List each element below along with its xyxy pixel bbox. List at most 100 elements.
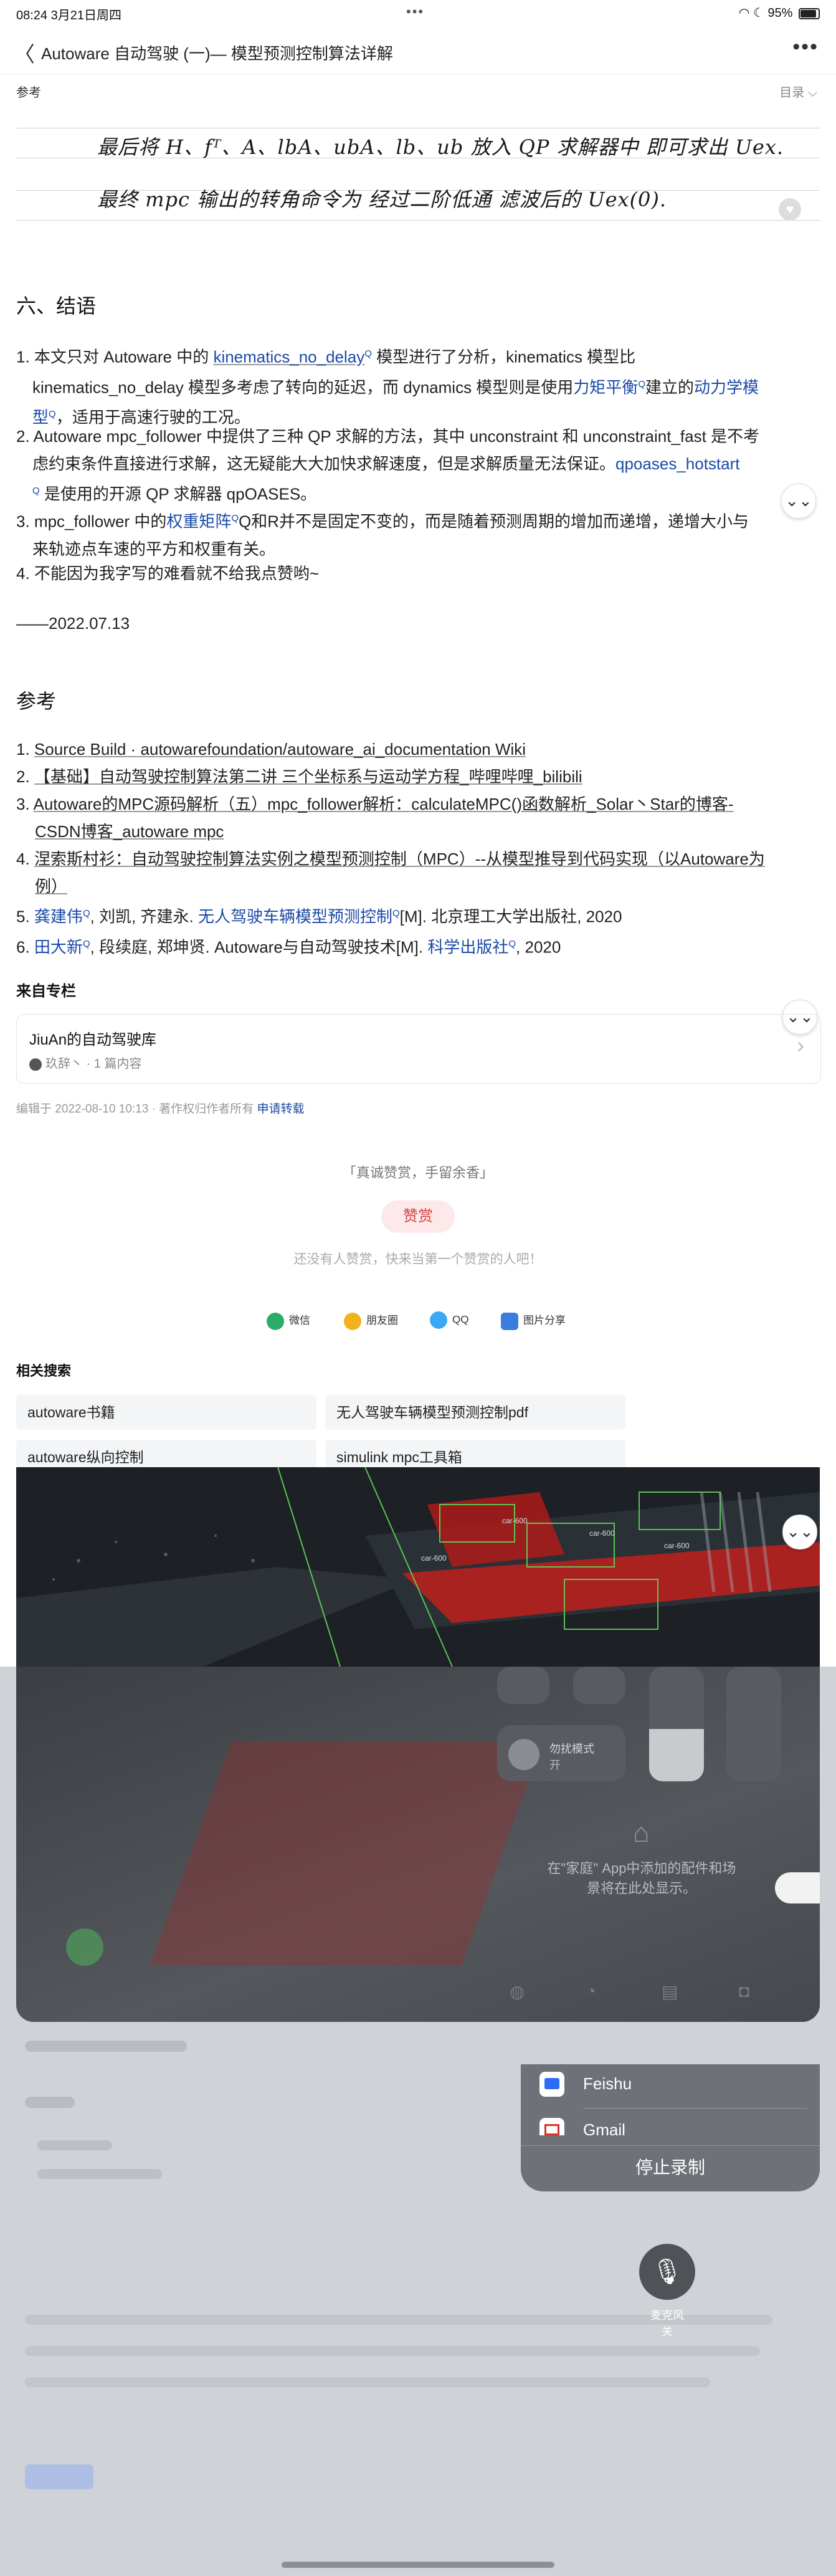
microphone-icon[interactable]: 🎙 bbox=[639, 2244, 695, 2300]
reference-list: 1. Source Build · autowarefoundation/aut… bbox=[16, 735, 820, 960]
notes-icon[interactable]: ▤ bbox=[662, 1981, 678, 2002]
reference-item-6: 6. 田大新Q, 段续庭, 郑坤贤. Autoware与自动驾驶技术[M]. 科… bbox=[16, 937, 561, 957]
nav-bar: 〈 Autoware 自动驾驶 (一)— 模型预测控制算法详解 ••• bbox=[0, 27, 836, 74]
focus-tile[interactable]: 勿扰模式 开 bbox=[497, 1725, 625, 1781]
wifi-icon: ◠ bbox=[738, 6, 753, 20]
focus-moon-icon bbox=[508, 1739, 539, 1770]
conclusion-item-4: 4. 不能因为我字写的难看就不给我点赞哟~ bbox=[16, 564, 320, 583]
flashlight-icon[interactable]: ◍ bbox=[510, 1981, 525, 2002]
reward-empty-text: 还没有人赞赏，快来当第一个赞赏的人吧！ bbox=[293, 1252, 543, 1266]
handwriting-line-2: 最终 mpc 输出的转角命令为 经过二阶低通 滤波后的 Uex(0). bbox=[97, 188, 667, 211]
related-chip-2[interactable]: 无人驾驶车辆模型预测控制pdf bbox=[325, 1395, 625, 1430]
microphone-label: 麦克风 关 bbox=[650, 2309, 684, 2338]
column-meta: 玖辞丶 · 1 篇内容 bbox=[29, 1053, 141, 1071]
link-dynamics-model[interactable]: 动力学模 bbox=[694, 378, 759, 396]
side-handle[interactable] bbox=[775, 1872, 820, 1903]
qq-icon bbox=[430, 1311, 447, 1329]
conclusion-heading: 六、结语 bbox=[16, 295, 97, 317]
handwriting-line-1: 最后将 H、fᵀ、A、lbA、ubA、lb、ub 放入 QP 求解器中 即可求出… bbox=[97, 135, 784, 159]
reference-label-top: 参考 bbox=[16, 86, 41, 100]
home-app-message: 在"家庭" App中添加的配件和场景将在此处显示。 bbox=[547, 1860, 736, 1896]
column-label: 来自专栏 bbox=[16, 983, 76, 1000]
link-torque-balance[interactable]: 力矩平衡 bbox=[573, 378, 638, 396]
link-science-press[interactable]: 科学出版社 bbox=[427, 937, 508, 956]
scene-label-4: car-600 bbox=[664, 1541, 690, 1550]
search-icon: Q bbox=[32, 486, 40, 496]
battery-icon bbox=[799, 7, 820, 19]
home-icon: ⌂ bbox=[633, 1817, 650, 1848]
link-weight-matrix[interactable]: 权重矩阵 bbox=[166, 512, 231, 531]
author-avatar bbox=[29, 1058, 42, 1071]
references-heading: 参考 bbox=[16, 690, 57, 712]
like-heart-icon[interactable]: ♥ bbox=[779, 198, 801, 221]
reference-item-2[interactable]: 2. 【基础】自动驾驶控制算法第二讲 三个坐标系与运动学方程_哔哩哔哩_bili… bbox=[16, 763, 820, 790]
link-kinematics-no-delay[interactable]: kinematics_no_delay bbox=[213, 348, 364, 366]
scene-label-1: car-600 bbox=[421, 1554, 447, 1563]
search-icon: Q bbox=[638, 378, 645, 390]
page-title: Autoware 自动驾驶 (一)— 模型预测控制算法详解 bbox=[41, 44, 393, 63]
home-indicator[interactable] bbox=[282, 2562, 554, 2568]
column-title: JiuAn的自动驾驶库 bbox=[29, 1032, 157, 1048]
share-image[interactable]: 图片分享 bbox=[501, 1311, 566, 1330]
search-icon: Q bbox=[392, 908, 400, 919]
reward-button[interactable]: 赞赏 bbox=[381, 1200, 455, 1233]
search-icon: Q bbox=[49, 409, 56, 420]
column-card[interactable]: JiuAn的自动驾驶库 玖辞丶 · 1 篇内容 › bbox=[16, 1014, 821, 1084]
link-mpc-book[interactable]: 无人驾驶车辆模型预测控制 bbox=[198, 907, 392, 926]
search-icon: Q bbox=[82, 938, 90, 949]
control-center-panel: 勿扰模式 开 ⌂ ◍ ◔ ▤ ◘ bbox=[16, 1667, 820, 2022]
link-tian-daxin[interactable]: 田大新 bbox=[34, 937, 83, 956]
feishu-icon bbox=[539, 2072, 564, 2097]
timer-icon[interactable]: ◔ bbox=[586, 1981, 596, 2001]
share-qq[interactable]: QQ bbox=[430, 1311, 468, 1329]
destination-gmail[interactable]: Gmail bbox=[521, 2110, 820, 2135]
multitask-dots[interactable]: ••• bbox=[406, 4, 424, 20]
reference-item-3[interactable]: 3. Autoware的MPC源码解析（五）mpc_follower解析：cal… bbox=[16, 790, 820, 845]
status-time-date: 08:24 3月21日周四 bbox=[16, 9, 121, 22]
fold-button-3[interactable]: ⌄⌄ bbox=[782, 1515, 817, 1549]
scene-label-3: car-600 bbox=[589, 1529, 615, 1538]
scene-label-2: car-600 bbox=[502, 1516, 528, 1525]
search-icon: Q bbox=[364, 348, 372, 359]
stop-recording-button[interactable]: 停止录制 bbox=[521, 2145, 820, 2190]
status-bar: 08:24 3月21日周四 ••• ◠ ☾ 95% bbox=[0, 0, 836, 27]
search-icon: Q bbox=[508, 938, 516, 949]
conclusion-item-3: 3. mpc_follower 中的权重矩阵QQ和R并不是固定不变的，而是随着预… bbox=[16, 512, 749, 558]
search-icon: Q bbox=[82, 908, 90, 919]
autonomous-driving-scene-image: car-600 car-600 car-600 car-600 bbox=[16, 1467, 820, 1667]
brightness-slider[interactable] bbox=[649, 1667, 704, 1781]
reward-quote: 「真诚赞赏，手留余香」 bbox=[342, 1165, 493, 1180]
moments-icon bbox=[344, 1312, 361, 1330]
reference-item-4[interactable]: 4. 涅索斯村衫：自动驾驶控制算法实例之模型预测控制（MPC）--从模型推导到代… bbox=[16, 845, 820, 900]
reference-item-1[interactable]: 1. Source Build · autowarefoundation/aut… bbox=[16, 735, 820, 763]
search-icon: Q bbox=[231, 513, 239, 524]
camera-icon[interactable]: ◘ bbox=[739, 1981, 749, 2001]
screen-mirroring-tile[interactable] bbox=[573, 1667, 625, 1704]
related-chip-1[interactable]: autoware书籍 bbox=[16, 1395, 316, 1430]
conclusion-item-1: 1. 本文只对 Autoware 中的 kinematics_no_delayQ… bbox=[16, 347, 759, 427]
moon-icon: ☾ bbox=[753, 6, 768, 20]
reference-item-5: 5. 龚建伟Q, 刘凯, 齐建永. 无人驾驶车辆模型预测控制Q[M]. 北京理工… bbox=[16, 907, 622, 926]
scene-graphic: car-600 car-600 car-600 car-600 bbox=[16, 1467, 820, 1667]
more-icon[interactable]: ••• bbox=[792, 35, 819, 59]
related-search-label: 相关搜索 bbox=[16, 1363, 72, 1379]
wechat-icon bbox=[267, 1312, 284, 1330]
image-share-icon bbox=[501, 1312, 518, 1330]
edit-info: 编辑于 2022-08-10 10:13 · 著作权归作者所有 申请转载 bbox=[16, 1103, 305, 1116]
gmail-icon bbox=[539, 2118, 564, 2135]
conclusion-date: ——2022.07.13 bbox=[16, 614, 130, 633]
share-moments[interactable]: 朋友圈 bbox=[344, 1311, 398, 1330]
link-gong-jianwei[interactable]: 龚建伟 bbox=[34, 907, 83, 926]
screen-recording-menu: Feishu Gmail 停止录制 bbox=[521, 2064, 820, 2191]
chevron-right-icon: › bbox=[797, 1032, 804, 1058]
back-icon[interactable]: 〈 bbox=[14, 37, 35, 68]
destination-feishu[interactable]: Feishu bbox=[521, 2064, 820, 2104]
share-wechat[interactable]: 微信 bbox=[267, 1311, 310, 1330]
link-qpoases-hotstart[interactable]: qpoases_hotstart bbox=[615, 454, 739, 473]
battery-status: ◠ ☾ 95% bbox=[739, 5, 820, 21]
toc-button[interactable]: 目录 ⌵ bbox=[779, 82, 817, 100]
conclusion-item-2: 2. Autoware mpc_follower 中提供了三种 QP 求解的方法… bbox=[16, 427, 760, 504]
volume-slider[interactable] bbox=[726, 1667, 781, 1781]
apply-repost-link[interactable]: 申请转载 bbox=[257, 1103, 304, 1116]
orientation-lock-tile[interactable] bbox=[497, 1667, 549, 1704]
